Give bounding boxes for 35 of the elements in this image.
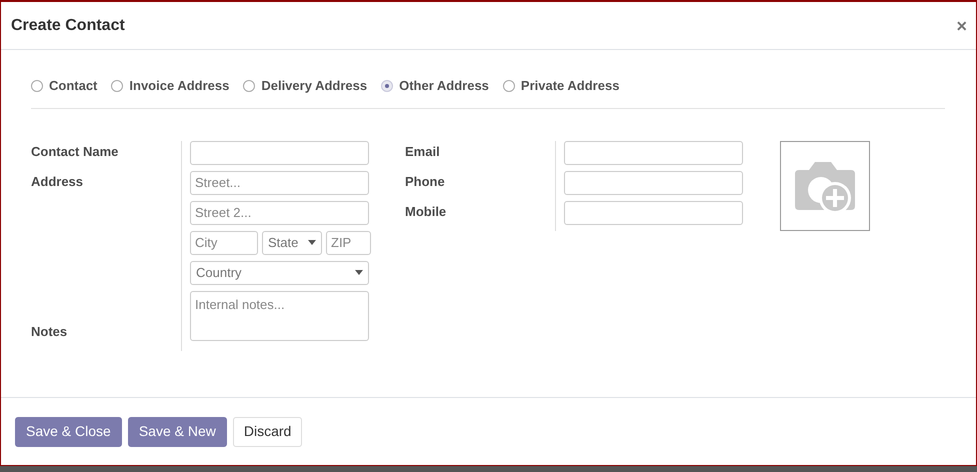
radio-option[interactable]: Private Address: [502, 76, 620, 96]
radio-option[interactable]: Contact: [31, 76, 98, 96]
radio-button[interactable]: [243, 80, 256, 92]
radio-button[interactable]: [31, 80, 43, 92]
contact-name-field[interactable]: [190, 140, 369, 164]
radio-button[interactable]: [111, 80, 124, 92]
notes-field[interactable]: Internal notes...: [190, 290, 369, 340]
text-field[interactable]: [564, 170, 743, 194]
city-field[interactable]: City: [190, 230, 258, 254]
field-label: Address: [31, 172, 84, 190]
state-select[interactable]: State: [262, 230, 322, 254]
photo-upload[interactable]: [780, 140, 870, 230]
caret-icon: [355, 270, 363, 275]
radio-option[interactable]: Other Address: [381, 76, 489, 96]
field-label: Email: [405, 142, 441, 160]
radio-option[interactable]: Delivery Address: [243, 76, 368, 96]
field-label: Mobile: [405, 202, 448, 220]
save-button[interactable]: Save & New: [128, 416, 227, 446]
zip-field[interactable]: ZIP: [326, 230, 371, 254]
street-2-field[interactable]: Street 2...: [190, 200, 369, 224]
discard-button[interactable]: Discard: [232, 416, 302, 446]
text-field[interactable]: [564, 200, 743, 224]
caret-icon: [308, 240, 316, 245]
country-select[interactable]: Country: [190, 260, 369, 284]
text-field[interactable]: [564, 140, 743, 164]
radio-option[interactable]: Invoice Address: [111, 76, 230, 96]
field-label: Notes: [31, 322, 68, 340]
field-label: Phone: [405, 172, 446, 190]
radio-button[interactable]: [381, 80, 394, 92]
field-label: Contact Name: [31, 142, 120, 160]
save-button[interactable]: Save & Close: [15, 416, 122, 446]
street-field[interactable]: Street...: [190, 170, 369, 194]
close-button[interactable]: ×: [956, 16, 967, 34]
radio-button[interactable]: [502, 80, 515, 92]
dialog-title: Create Contact: [11, 16, 125, 36]
